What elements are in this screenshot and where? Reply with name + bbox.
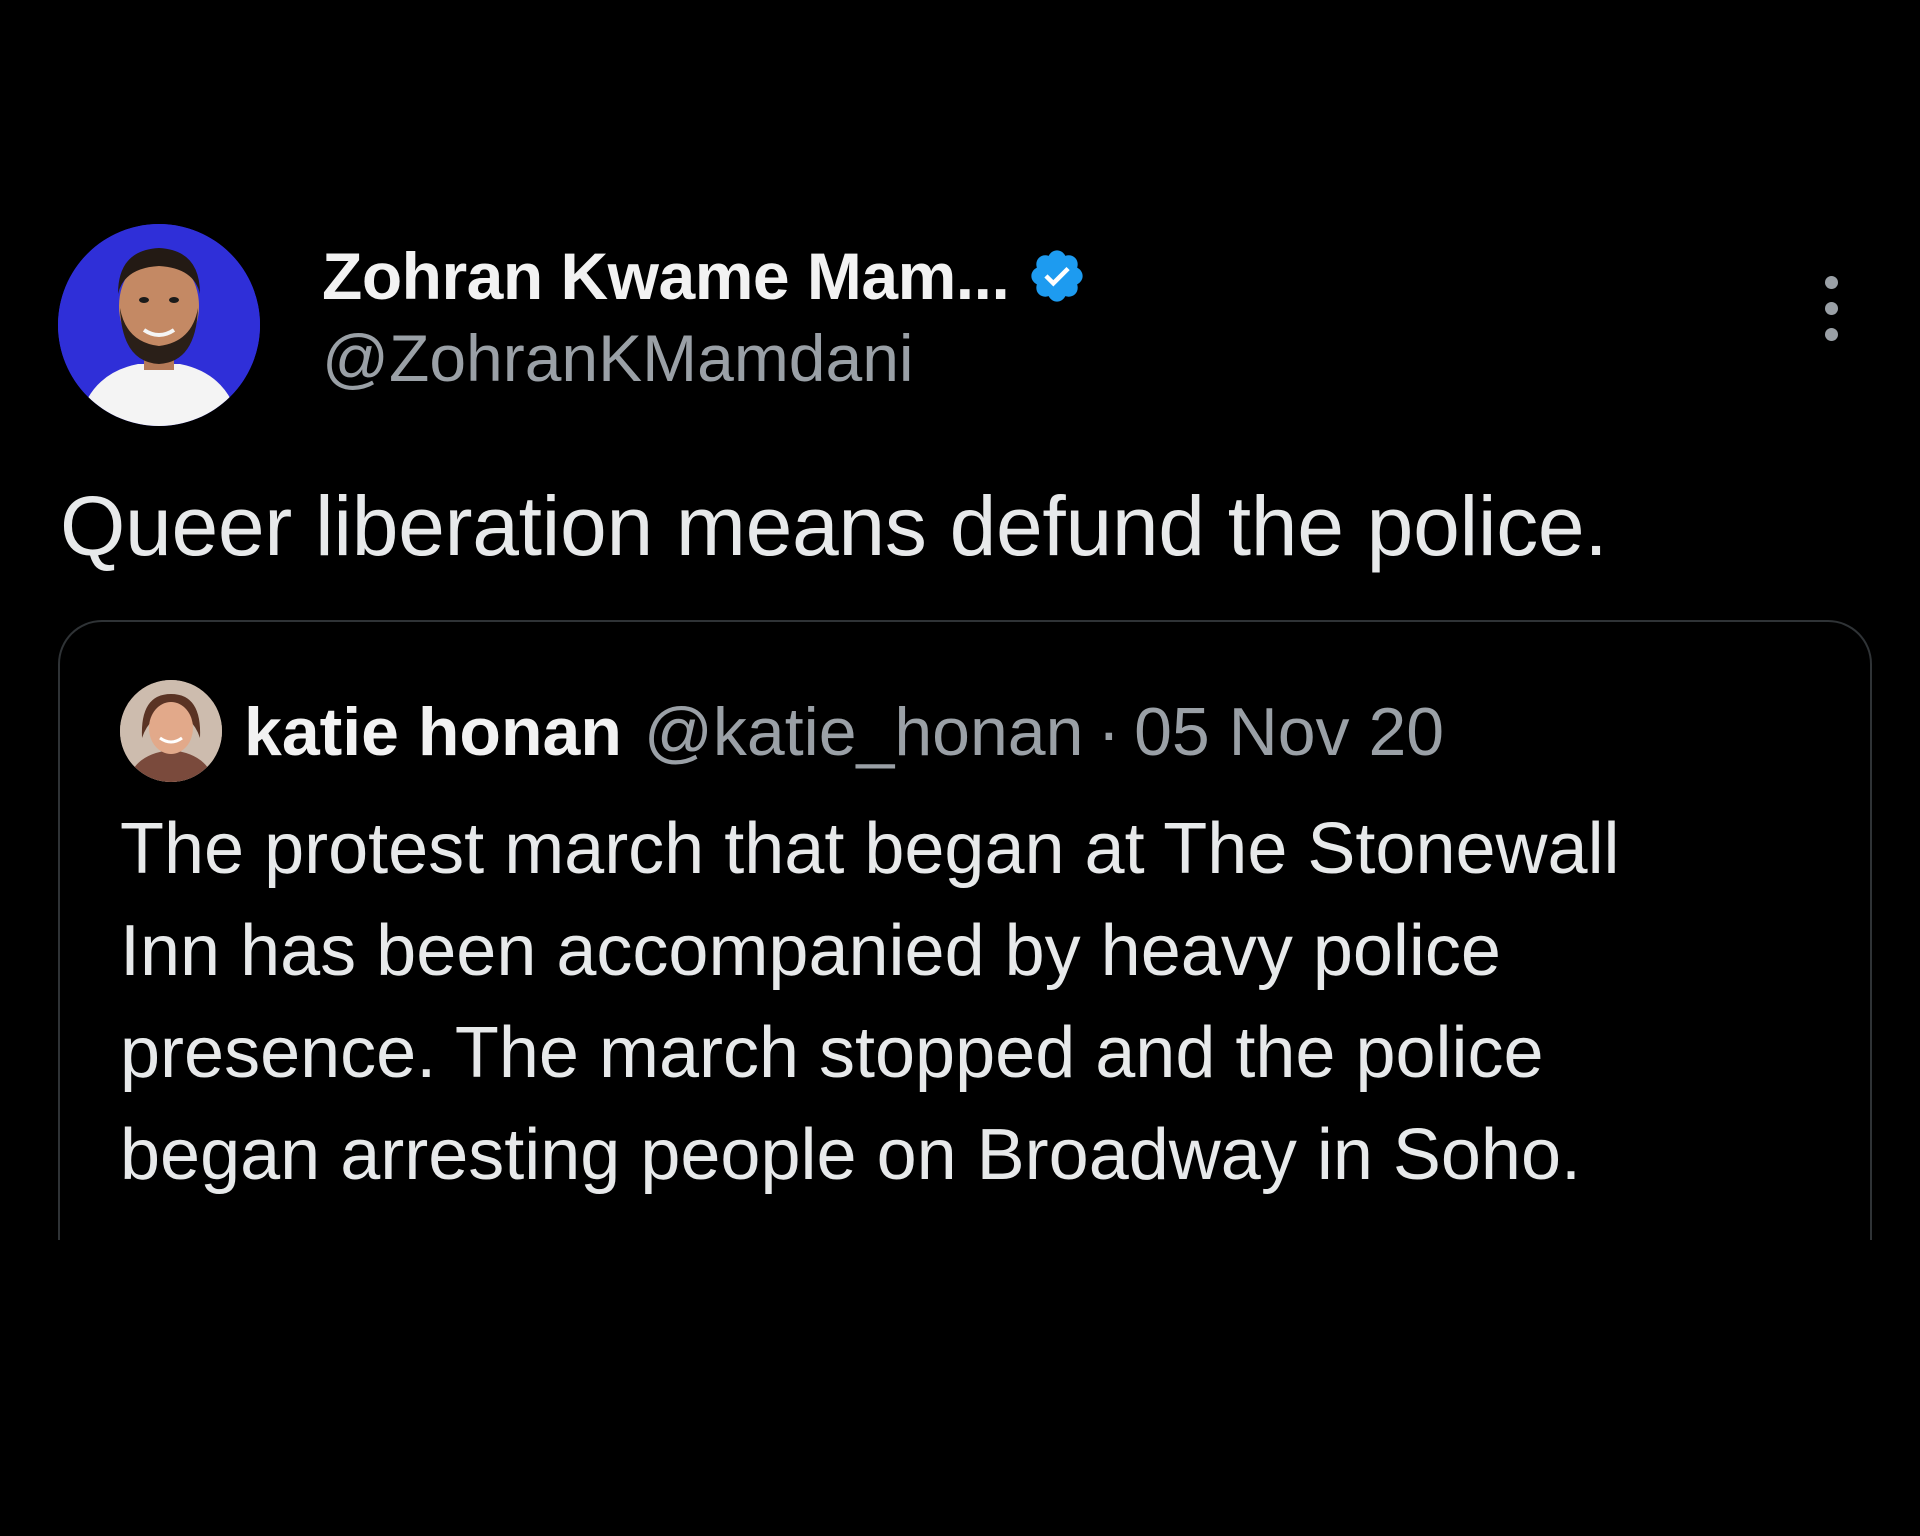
author-name-row: Zohran Kwame Mam... bbox=[322, 236, 1087, 316]
quoted-handle[interactable]: @katie_honan bbox=[644, 693, 1084, 771]
quoted-tweet[interactable]: katie honan @katie_honan · 05 Nov 20 The… bbox=[58, 620, 1872, 1240]
author-display-name[interactable]: Zohran Kwame Mam... bbox=[322, 238, 1010, 314]
more-options-icon[interactable] bbox=[1810, 268, 1854, 348]
author-block: Zohran Kwame Mam... @ZohranKMamdani bbox=[322, 236, 1087, 396]
quoted-avatar-image bbox=[120, 680, 222, 782]
tweet: Zohran Kwame Mam... @ZohranKMamdani Quee… bbox=[0, 0, 1920, 1536]
tweet-text: Queer liberation means defund the police… bbox=[60, 479, 1608, 573]
quoted-text-line: Inn has been accompanied by heavy police bbox=[120, 911, 1501, 991]
author-handle[interactable]: @ZohranKMamdani bbox=[322, 320, 1087, 396]
quoted-text: The protest march that began at The Ston… bbox=[120, 798, 1820, 1206]
quoted-display-name[interactable]: katie honan bbox=[244, 693, 622, 771]
author-avatar[interactable] bbox=[58, 224, 260, 426]
quoted-text-line: began arresting people on Broadway in So… bbox=[120, 1115, 1582, 1195]
verified-badge-icon bbox=[1027, 246, 1087, 306]
quoted-author-avatar[interactable] bbox=[120, 680, 222, 782]
quoted-date[interactable]: 05 Nov 20 bbox=[1134, 693, 1444, 771]
quoted-separator: · bbox=[1097, 694, 1121, 770]
quoted-text-line: The protest march that began at The Ston… bbox=[120, 809, 1620, 889]
quoted-header: katie honan @katie_honan · 05 Nov 20 bbox=[244, 684, 1444, 780]
author-avatar-image bbox=[58, 224, 260, 426]
quoted-text-line: presence. The march stopped and the poli… bbox=[120, 1013, 1544, 1093]
